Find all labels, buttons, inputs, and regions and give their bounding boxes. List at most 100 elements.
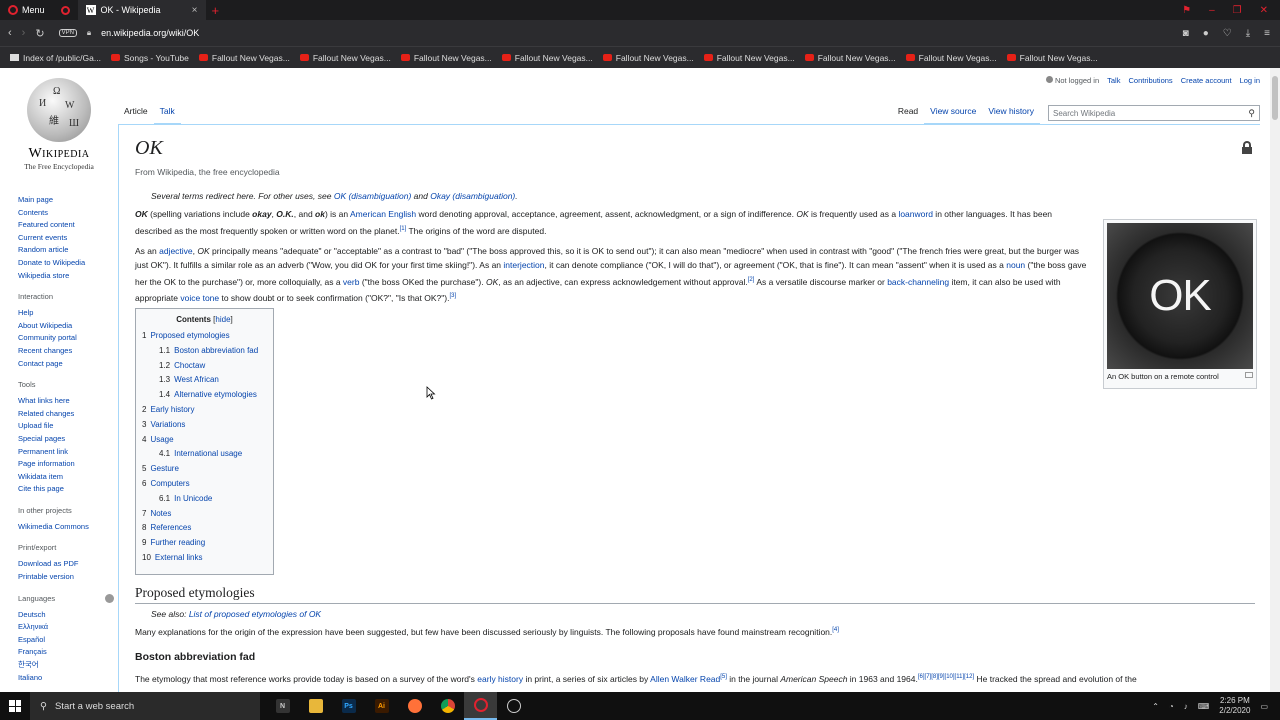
search-icon[interactable]: ⚲ [1248, 108, 1255, 119]
refs-6-12[interactable]: [6][7][8][9][10][11][12] [918, 674, 974, 680]
heart-icon[interactable]: ♡ [1223, 28, 1232, 39]
hatnote-link-okay-disambiguation[interactable]: Okay (disambiguation) [430, 191, 515, 201]
notifications-icon[interactable]: ▭ [1260, 702, 1268, 711]
sidebar-link-language[interactable]: 한국어 [18, 659, 114, 672]
maximize-button[interactable]: ❐ [1233, 5, 1242, 16]
new-tab-button[interactable]: + [206, 3, 226, 18]
toc-item[interactable]: 10 External links [142, 551, 267, 566]
toc-link[interactable]: Proposed etymologies [150, 331, 229, 340]
toc-link[interactable]: International usage [174, 449, 242, 458]
create-account-link[interactable]: Create account [1181, 76, 1232, 85]
toc-link[interactable]: Gesture [150, 464, 178, 473]
vpn-badge[interactable]: VPN [58, 29, 77, 37]
sidebar-link-tools[interactable]: Cite this page [18, 483, 114, 496]
language-icon[interactable]: ⌨ [1198, 702, 1210, 711]
ref-4[interactable]: [4] [832, 627, 839, 633]
toc-item[interactable]: 7 Notes [142, 507, 267, 522]
taskbar-firefox[interactable] [398, 692, 431, 720]
talk-link[interactable]: Talk [1107, 76, 1120, 85]
toc-link[interactable]: Variations [150, 420, 185, 429]
contributions-link[interactable]: Contributions [1128, 76, 1172, 85]
sidebar-link-other-projects[interactable]: Wikimedia Commons [18, 521, 114, 534]
taskbar-file-explorer[interactable] [299, 692, 332, 720]
adblock-icon[interactable]: ● [1203, 28, 1209, 39]
sidebar-link-main[interactable]: Main page [18, 194, 114, 207]
toc-item[interactable]: 1.3 West African [142, 373, 267, 388]
sidebar-link-interaction[interactable]: Community portal [18, 332, 114, 345]
toc-hide-link[interactable]: hide [215, 315, 230, 324]
tab-view-history[interactable]: View history [982, 102, 1040, 124]
toc-link[interactable]: In Unicode [174, 494, 212, 503]
sidebar-link-interaction[interactable]: Recent changes [18, 345, 114, 358]
toc-link[interactable]: Choctaw [174, 361, 205, 370]
taskbar-task-view[interactable]: N [266, 692, 299, 720]
link-noun[interactable]: noun [1006, 260, 1025, 270]
window-pin-icon[interactable]: ⚑ [1182, 5, 1191, 16]
opera-menu-button[interactable]: Menu [0, 0, 53, 20]
toc-item[interactable]: 4 Usage [142, 433, 267, 448]
sidebar-link-main[interactable]: Wikipedia store [18, 270, 114, 283]
bookmark-item[interactable]: Fallout New Vegas... [1006, 53, 1098, 63]
forward-button[interactable]: › [22, 27, 26, 39]
sidebar-link-main[interactable]: Donate to Wikipedia [18, 257, 114, 270]
toc-item[interactable]: 5 Gesture [142, 462, 267, 477]
toc-link[interactable]: References [150, 523, 191, 532]
bookmark-item[interactable]: Fallout New Vegas... [703, 53, 795, 63]
toc-link[interactable]: West African [174, 375, 219, 384]
toc-link[interactable]: Early history [150, 405, 194, 414]
sidebar-link-language[interactable]: Italiano [18, 672, 114, 685]
log-in-link[interactable]: Log in [1240, 76, 1260, 85]
toc-link[interactable]: Usage [150, 435, 173, 444]
toc-link[interactable]: Boston abbreviation fad [174, 346, 258, 355]
toc-item[interactable]: 1 Proposed etymologies [142, 329, 267, 344]
sidebar-link-tools[interactable]: Upload file [18, 420, 114, 433]
bookmark-item[interactable]: Fallout New Vegas... [299, 53, 391, 63]
sidebar-link-interaction[interactable]: About Wikipedia [18, 320, 114, 333]
bookmark-item[interactable]: Songs - YouTube [110, 53, 189, 63]
taskbar-photoshop[interactable]: Ps [332, 692, 365, 720]
sidebar-link-print-export[interactable]: Printable version [18, 571, 114, 584]
sidebar-link-main[interactable]: Contents [18, 207, 114, 220]
taskbar-adobe[interactable]: Ai [365, 692, 398, 720]
active-tab[interactable]: W OK - Wikipedia × [77, 0, 206, 20]
taskbar-chrome[interactable] [431, 692, 464, 720]
bookmark-item[interactable]: Fallout New Vegas... [400, 53, 492, 63]
sidebar-link-tools[interactable]: Permanent link [18, 446, 114, 459]
sidebar-link-main[interactable]: Random article [18, 244, 114, 257]
taskbar-opera[interactable] [464, 692, 497, 720]
toc-item[interactable]: 6 Computers [142, 477, 267, 492]
sidebar-link-main[interactable]: Current events [18, 232, 114, 245]
toc-item[interactable]: 1.1 Boston abbreviation fad [142, 344, 267, 359]
bookmark-item[interactable]: Fallout New Vegas... [905, 53, 997, 63]
see-also-link[interactable]: List of proposed etymologies of OK [189, 609, 321, 619]
page-scrollbar[interactable] [1270, 68, 1280, 692]
link-early-history[interactable]: early history [477, 674, 523, 684]
sidebar-link-language[interactable]: Español [18, 634, 114, 647]
sidebar-link-language[interactable]: Français [18, 646, 114, 659]
sidebar-link-tools[interactable]: Wikidata item [18, 471, 114, 484]
sidebar-link-main[interactable]: Featured content [18, 219, 114, 232]
link-american-english[interactable]: American English [350, 209, 416, 219]
toc-link[interactable]: Alternative etymologies [174, 390, 257, 399]
toc-item[interactable]: 2 Early history [142, 403, 267, 418]
sidebar-link-interaction[interactable]: Contact page [18, 358, 114, 371]
back-button[interactable]: ‹ [8, 27, 12, 39]
pinned-tab[interactable] [53, 0, 78, 20]
network-icon[interactable]: ◔ [1169, 702, 1174, 711]
enlarge-icon[interactable] [1245, 372, 1253, 378]
toc-item[interactable]: 6.1 In Unicode [142, 492, 267, 507]
sidebar-link-language[interactable]: Ελληνικά [18, 621, 114, 634]
download-icon[interactable]: ⤓ [1246, 28, 1250, 39]
taskbar-search[interactable]: ⚲ Start a web search [30, 692, 260, 720]
link-voice-tone[interactable]: voice tone [180, 293, 219, 303]
link-interjection[interactable]: interjection [503, 260, 544, 270]
language-settings-gear-icon[interactable] [105, 594, 114, 604]
volume-icon[interactable]: ♪ [1184, 702, 1188, 711]
tab-view-source[interactable]: View source [924, 102, 983, 124]
close-window-button[interactable]: ✕ [1260, 5, 1268, 16]
toc-link[interactable]: External links [155, 553, 203, 562]
wikipedia-logo[interactable]: Ω И W 維 Ш Wikipedia The Free Encyclopedi… [14, 78, 104, 171]
tray-chevron-icon[interactable]: ⌃ [1152, 702, 1159, 711]
toc-item[interactable]: 4.1 International usage [142, 447, 267, 462]
toc-item[interactable]: 9 Further reading [142, 536, 267, 551]
